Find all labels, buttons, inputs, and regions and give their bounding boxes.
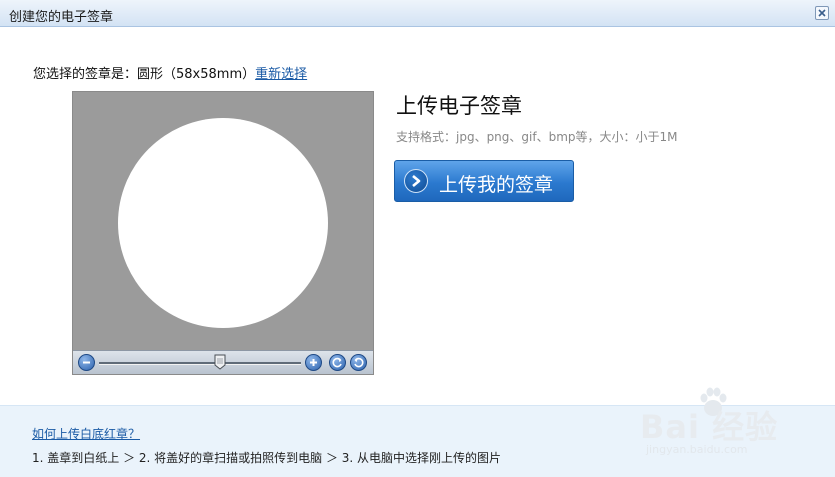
- signature-circle-shape: [118, 118, 328, 328]
- supported-formats-text: 支持格式：jpg、png、gif、bmp等，大小：小于1M: [396, 130, 678, 144]
- zoom-slider-track[interactable]: [99, 362, 301, 365]
- zoom-in-button[interactable]: [305, 354, 322, 371]
- upload-title: 上传电子签章: [396, 94, 522, 118]
- red-stamp-help-link[interactable]: 如何上传白底红章？: [32, 425, 140, 442]
- title-bar: 创建您的电子签章: [0, 0, 835, 27]
- rotate-right-button[interactable]: [350, 354, 367, 371]
- signature-preview: [72, 91, 374, 375]
- selected-signature-info: 您选择的签章是：圆形（58x58mm）重新选择: [33, 63, 307, 82]
- rotate-left-icon: [332, 357, 342, 368]
- rotate-right-icon: [354, 357, 364, 368]
- chevron-right-icon: [404, 169, 428, 193]
- window-title: 创建您的电子签章: [9, 10, 114, 25]
- create-signature-dialog: 创建您的电子签章 您选择的签章是：圆形（58x58mm）重新选择 上传电子签章 …: [0, 0, 835, 477]
- rotate-left-button[interactable]: [329, 354, 346, 371]
- zoom-in-icon: [310, 359, 317, 366]
- zoom-out-icon: [83, 361, 90, 364]
- zoom-out-button[interactable]: [78, 354, 95, 371]
- zoom-toolbar: [73, 350, 373, 374]
- selected-signature-text: 您选择的签章是：圆形（58x58mm）: [33, 67, 256, 82]
- close-button[interactable]: [815, 6, 829, 20]
- watermark-brand: Bai 经验: [640, 408, 779, 446]
- zoom-slider-thumb[interactable]: [214, 354, 226, 370]
- upload-signature-button-label: 上传我的签章: [439, 174, 554, 196]
- upload-steps-text: 1. 盖章到白纸上 ＞ 2. 将盖好的章扫描或拍照传到电脑 ＞ 3. 从电脑中选…: [32, 451, 502, 465]
- upload-signature-button[interactable]: 上传我的签章: [394, 160, 574, 202]
- reselect-link[interactable]: 重新选择: [255, 67, 307, 82]
- baidu-jingyan-watermark: Bai 经验 jingyan.baidu.com: [640, 382, 830, 472]
- preview-canvas: [73, 92, 373, 350]
- watermark-url: jingyan.baidu.com: [646, 443, 748, 456]
- close-icon: [818, 9, 826, 17]
